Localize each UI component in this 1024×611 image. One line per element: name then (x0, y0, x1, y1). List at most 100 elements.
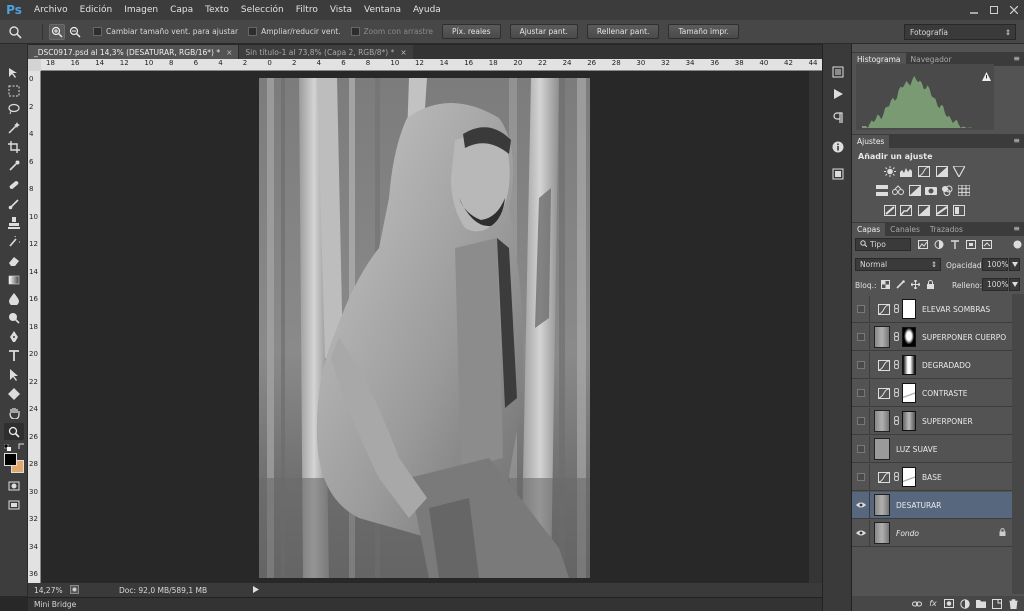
visibility-toggle[interactable] (852, 407, 870, 435)
opacity-input[interactable]: 100% (982, 258, 1008, 271)
brightness-icon[interactable] (884, 166, 896, 177)
panel-menu-icon[interactable]: ≡ (1013, 54, 1020, 63)
status-settings-icon[interactable] (70, 584, 79, 596)
layer-comps-panel-icon[interactable] (830, 166, 846, 182)
ruler-origin[interactable] (28, 59, 41, 71)
threshold-icon[interactable] (918, 205, 930, 216)
layer-style-fx-icon[interactable]: fx (928, 599, 938, 609)
gradient-map-icon[interactable] (936, 205, 948, 216)
vibrance-icon[interactable] (951, 165, 967, 179)
brush-tool-icon[interactable] (4, 195, 24, 212)
layer-thumbnail[interactable] (874, 522, 890, 544)
zoom-out-icon[interactable] (67, 24, 83, 40)
blend-mode-select[interactable]: Normal ⇕ (855, 258, 941, 271)
ruler-horizontal[interactable]: 18 16 14 12 10 8 6 4 2 0 2 4 6 8 10 12 14 16 18 20 22 24 26 28 3… (41, 59, 822, 71)
dodge-tool-icon[interactable] (4, 309, 24, 326)
posterize-icon[interactable] (900, 205, 912, 216)
zoom-all-windows-checkbox[interactable]: Ampliar/reducir vent. (248, 27, 341, 36)
menu-archivo[interactable]: Archivo (28, 0, 74, 20)
menu-imagen[interactable]: Imagen (118, 0, 164, 20)
visibility-toggle[interactable] (852, 323, 870, 351)
layer-row[interactable]: SUPERPONER CUERPO (852, 323, 1012, 351)
tab-dsc0917[interactable]: _DSC0917.psd al 14,3% (DESATURAR, RGB/16… (28, 45, 239, 59)
filter-adjustment-icon[interactable] (934, 240, 944, 250)
scrubby-zoom-checkbox[interactable]: Zoom con arrastre (350, 27, 433, 36)
curves-icon[interactable] (918, 166, 930, 177)
new-adjustment-layer-icon[interactable] (960, 598, 970, 609)
magic-wand-tool-icon[interactable] (4, 119, 24, 136)
fill-screen-button[interactable]: Rellenar pant. (586, 24, 660, 39)
lock-transparent-icon[interactable] (881, 280, 890, 291)
tab-sin-titulo[interactable]: Sin título-1 al 73,8% (Capa 2, RGB/8*) *… (238, 45, 413, 59)
selective-color-icon[interactable] (953, 205, 965, 216)
hand-tool-icon[interactable] (4, 404, 24, 421)
path-selection-tool-icon[interactable] (4, 366, 24, 383)
hue-saturation-icon[interactable] (876, 185, 888, 196)
shape-tool-icon[interactable] (4, 385, 24, 402)
color-balance-icon[interactable] (892, 185, 904, 196)
mask-link-icon[interactable] (894, 471, 900, 483)
layer-row[interactable]: DESATURAR (852, 491, 1012, 519)
histogram-warning-icon[interactable] (982, 72, 991, 83)
layer-mask-thumbnail[interactable] (902, 411, 916, 431)
workspace-select[interactable]: Fotografía ⇕ (904, 24, 1016, 40)
tab-trazados[interactable]: Trazados (925, 223, 968, 236)
visibility-toggle[interactable] (852, 463, 870, 491)
layer-thumbnail[interactable] (874, 438, 890, 460)
clone-stamp-tool-icon[interactable] (4, 214, 24, 231)
filter-type-icon[interactable] (950, 240, 960, 250)
channel-mixer-icon[interactable] (941, 185, 953, 196)
swap-colors-icon[interactable] (18, 443, 25, 450)
layer-thumbnail[interactable] (874, 410, 890, 432)
lock-position-icon[interactable] (910, 279, 921, 291)
marquee-tool-icon[interactable] (4, 82, 24, 99)
tab-ajustes[interactable]: Ajustes (852, 135, 890, 148)
zoom-in-icon[interactable] (49, 23, 65, 40)
layer-filter-select[interactable]: Tipo (855, 238, 911, 251)
resize-windows-checkbox[interactable]: Cambiar tamaño vent. para ajustar (93, 27, 238, 36)
tab-capas[interactable]: Capas (852, 223, 886, 236)
document-image[interactable] (259, 78, 590, 578)
actions-panel-icon[interactable] (830, 86, 846, 102)
menu-texto[interactable]: Texto (199, 0, 235, 20)
mask-link-icon[interactable] (894, 415, 900, 427)
blur-tool-icon[interactable] (4, 290, 24, 307)
move-tool-icon[interactable] (4, 64, 24, 81)
layer-row[interactable]: ELEVAR SOMBRAS (852, 295, 1012, 323)
menu-ventana[interactable]: Ventana (358, 0, 407, 20)
tab-canales[interactable]: Canales (885, 223, 925, 236)
layer-mask-thumbnail[interactable] (902, 467, 916, 487)
status-menu-arrow-icon[interactable] (253, 585, 260, 595)
zoom-tool-preset-icon[interactable] (6, 23, 24, 41)
layer-row[interactable]: SUPERPONER (852, 407, 1012, 435)
panel-menu-icon[interactable]: ≡ (1013, 136, 1020, 145)
maximize-icon[interactable] (984, 0, 1004, 20)
menu-ayuda[interactable]: Ayuda (407, 0, 447, 20)
default-colors-icon[interactable] (3, 443, 11, 451)
filter-smart-object-icon[interactable] (982, 240, 992, 250)
zoom-tool-icon[interactable] (4, 423, 24, 440)
actual-pixels-button[interactable]: Píx. reales (442, 24, 501, 39)
layer-row[interactable]: LUZ SUAVE (852, 435, 1012, 463)
pen-tool-icon[interactable] (4, 328, 24, 345)
fit-screen-button[interactable]: Ajustar pant. (509, 24, 578, 39)
info-panel-icon[interactable] (830, 139, 846, 155)
layer-row[interactable]: CONTRASTE (852, 379, 1012, 407)
visibility-toggle[interactable] (852, 379, 870, 407)
healing-brush-tool-icon[interactable] (4, 176, 24, 193)
lock-pixels-icon[interactable] (896, 280, 905, 291)
opacity-dropdown-icon[interactable] (1009, 258, 1020, 271)
close-icon[interactable] (1004, 0, 1024, 20)
fill-dropdown-icon[interactable] (1009, 278, 1020, 291)
history-panel-icon[interactable] (830, 64, 846, 80)
visibility-toggle[interactable] (852, 295, 870, 323)
add-mask-icon[interactable] (944, 599, 954, 609)
delete-layer-icon[interactable] (1008, 598, 1018, 609)
menu-filtro[interactable]: Filtro (290, 0, 324, 20)
panel-menu-icon[interactable]: ≡ (1013, 224, 1020, 233)
menu-vista[interactable]: Vista (324, 0, 358, 20)
lock-all-icon[interactable] (926, 280, 935, 291)
crop-tool-icon[interactable] (4, 138, 24, 155)
type-tool-icon[interactable] (4, 347, 24, 364)
link-layers-icon[interactable] (912, 599, 922, 609)
